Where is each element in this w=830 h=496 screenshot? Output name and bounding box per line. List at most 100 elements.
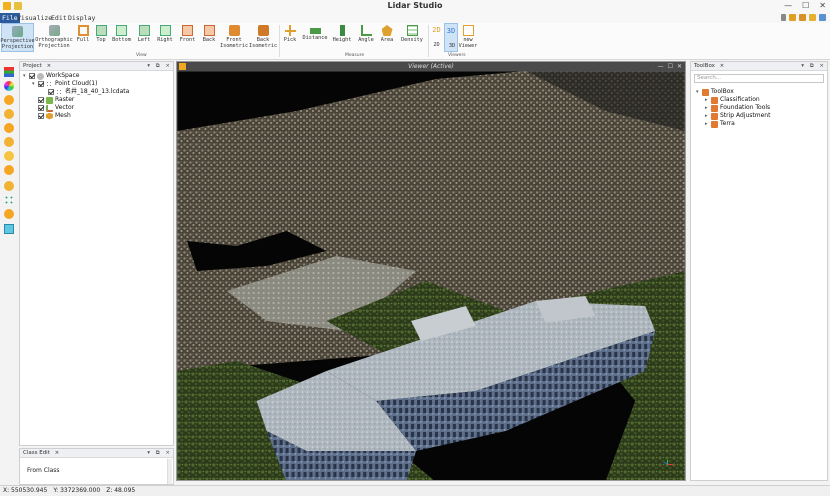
viewer-icon — [179, 63, 186, 70]
help-icon[interactable] — [809, 14, 816, 21]
density-button[interactable]: Density — [399, 23, 425, 52]
sun-icon[interactable] — [4, 181, 14, 191]
toolbox-header: ToolBox × ▾ ⧉ × — [691, 62, 827, 71]
arrow-up-icon[interactable] — [781, 14, 786, 21]
close-icon[interactable]: ✕ — [677, 62, 682, 71]
orthographic-projection-button[interactable]: Orthographic Projection — [35, 23, 73, 52]
sun-icon[interactable] — [4, 165, 14, 175]
status-y-coordinate: Y: 3372369.000 — [53, 487, 101, 494]
maximize-icon[interactable]: ☐ — [668, 62, 673, 71]
toolbox-search-input[interactable]: Search... — [694, 74, 824, 83]
tree-item-point-cloud[interactable]: ▾ Point Cloud(1) — [32, 80, 97, 88]
bottom-view-button[interactable]: Bottom — [110, 23, 133, 52]
toolbox-item-strip-adjustment[interactable]: ▸ Strip Adjustment — [705, 112, 770, 120]
viewer-header: Viewer (Active) — ☐ ✕ — [177, 62, 685, 71]
height-button[interactable]: Height — [331, 23, 353, 52]
info-icon[interactable] — [819, 14, 826, 21]
float-icon[interactable]: ⧉ — [156, 450, 160, 456]
left-tool-strip — [0, 60, 18, 485]
maximize-icon[interactable]: ☐ — [802, 1, 809, 10]
toolbox-panel: ToolBox × ▾ ⧉ × Search... ▾ ToolBox ▸ Cl… — [690, 61, 828, 481]
right-view-button[interactable]: Right — [155, 23, 175, 52]
toolbox-item-foundation-tools[interactable]: ▸ Foundation Tools — [705, 104, 770, 112]
pin-icon[interactable]: ▾ — [147, 63, 150, 69]
panel-close-icon[interactable]: × — [720, 63, 725, 69]
area-button[interactable]: Area — [378, 23, 396, 52]
menu-visualize[interactable]: Visualize — [17, 13, 52, 23]
right-view-icon — [159, 25, 171, 36]
class-edit-panel: Class Edit × ▾ ⧉ × From Class — [19, 448, 174, 485]
book-icon[interactable] — [789, 14, 796, 21]
checkbox[interactable] — [29, 73, 35, 79]
viewer-2d-button[interactable]: 2D 2D 2D — [430, 23, 443, 52]
panel-controls: ▾ ⧉ × — [801, 62, 824, 71]
checkbox[interactable] — [38, 97, 44, 103]
sun-icon[interactable] — [4, 137, 14, 147]
tree-item-vector[interactable]: Vector — [32, 104, 74, 112]
toolbox-icon — [711, 120, 718, 128]
top-right-tools — [781, 14, 826, 21]
mesh-icon — [46, 112, 53, 120]
front-isometric-button[interactable]: Front Isometric — [220, 23, 248, 52]
panel-close-icon[interactable]: × — [47, 63, 52, 69]
tree-item-raster[interactable]: Raster — [32, 96, 74, 104]
panel-controls: ▾ ⧉ × — [147, 62, 170, 71]
sun-icon[interactable] — [4, 109, 14, 119]
checkbox[interactable] — [38, 105, 44, 111]
points-icon[interactable] — [4, 195, 14, 205]
group-label-measure: Measure — [345, 53, 365, 58]
pin-icon[interactable]: ▾ — [147, 450, 150, 456]
pick-button[interactable]: Pick — [281, 23, 299, 52]
window-controls: — ☐ ✕ — [784, 1, 826, 10]
menu-edit[interactable]: Edit — [51, 13, 67, 23]
group-label-view: View — [136, 53, 147, 58]
toolbox-item-terra[interactable]: ▸ Terra — [705, 120, 735, 128]
minimize-icon[interactable]: — — [784, 1, 792, 10]
measure-rect-icon[interactable] — [4, 224, 14, 234]
viewer-window[interactable]: Viewer (Active) — ☐ ✕ — [176, 61, 686, 481]
pin-icon[interactable]: ▾ — [801, 63, 804, 69]
tree-item-lcdata-file[interactable]: 名井_18_40_13.lcdata — [42, 88, 129, 96]
sun-icon[interactable] — [4, 151, 14, 161]
status-z-coordinate: Z: 48.095 — [106, 487, 136, 494]
perspective-projection-button[interactable]: Perspective Projection — [0, 23, 35, 52]
checkbox[interactable] — [38, 113, 44, 119]
float-icon[interactable]: ⧉ — [156, 63, 160, 69]
viewer-3d-button[interactable]: 3D 3D 3D — [444, 23, 458, 52]
checkbox[interactable] — [48, 89, 54, 95]
tree-item-workspace[interactable]: ▾ WorkSpace — [23, 72, 79, 80]
back-isometric-button[interactable]: Back Isometric — [249, 23, 277, 52]
new-viewer-button[interactable]: new Viewer — [459, 23, 477, 52]
float-icon[interactable]: ⧉ — [810, 63, 814, 69]
sun-icon[interactable] — [4, 123, 14, 133]
key-icon[interactable] — [799, 14, 806, 21]
back-view-button[interactable]: Back — [199, 23, 219, 52]
close-icon[interactable]: ✕ — [819, 1, 826, 10]
point-cloud-canvas[interactable] — [177, 71, 685, 481]
tree-item-mesh[interactable]: Mesh — [32, 112, 71, 120]
checkbox[interactable] — [38, 81, 44, 87]
sun-icon[interactable] — [4, 95, 14, 105]
toolbox-item-classification[interactable]: ▸ Classification — [705, 96, 760, 104]
sun-icon[interactable] — [4, 209, 14, 219]
front-view-button[interactable]: Front — [177, 23, 198, 52]
distance-button[interactable]: Distance — [301, 23, 329, 52]
height-ruler-icon — [339, 25, 345, 36]
panel-close-icon[interactable]: × — [55, 450, 60, 456]
project-panel: Project × ▾ ⧉ × ▾ WorkSpace ▾ Point Clou… — [19, 61, 174, 446]
class-edit-title: Class Edit — [23, 450, 50, 456]
close-icon[interactable]: × — [165, 63, 170, 69]
angle-button[interactable]: Angle — [356, 23, 376, 52]
full-view-button[interactable]: Full — [74, 23, 92, 52]
close-icon[interactable]: × — [819, 63, 824, 69]
vertical-scrollbar[interactable] — [167, 459, 172, 484]
top-view-button[interactable]: Top — [93, 23, 109, 52]
left-view-button[interactable]: Left — [135, 23, 153, 52]
toolbox-root[interactable]: ▾ ToolBox — [696, 88, 734, 96]
minimize-icon[interactable]: — — [658, 62, 664, 71]
color-wheel-icon[interactable] — [4, 81, 14, 91]
close-icon[interactable]: × — [165, 450, 170, 456]
menu-display[interactable]: Display — [68, 13, 95, 23]
layers-icon[interactable] — [4, 67, 14, 77]
front-view-icon — [182, 25, 193, 36]
